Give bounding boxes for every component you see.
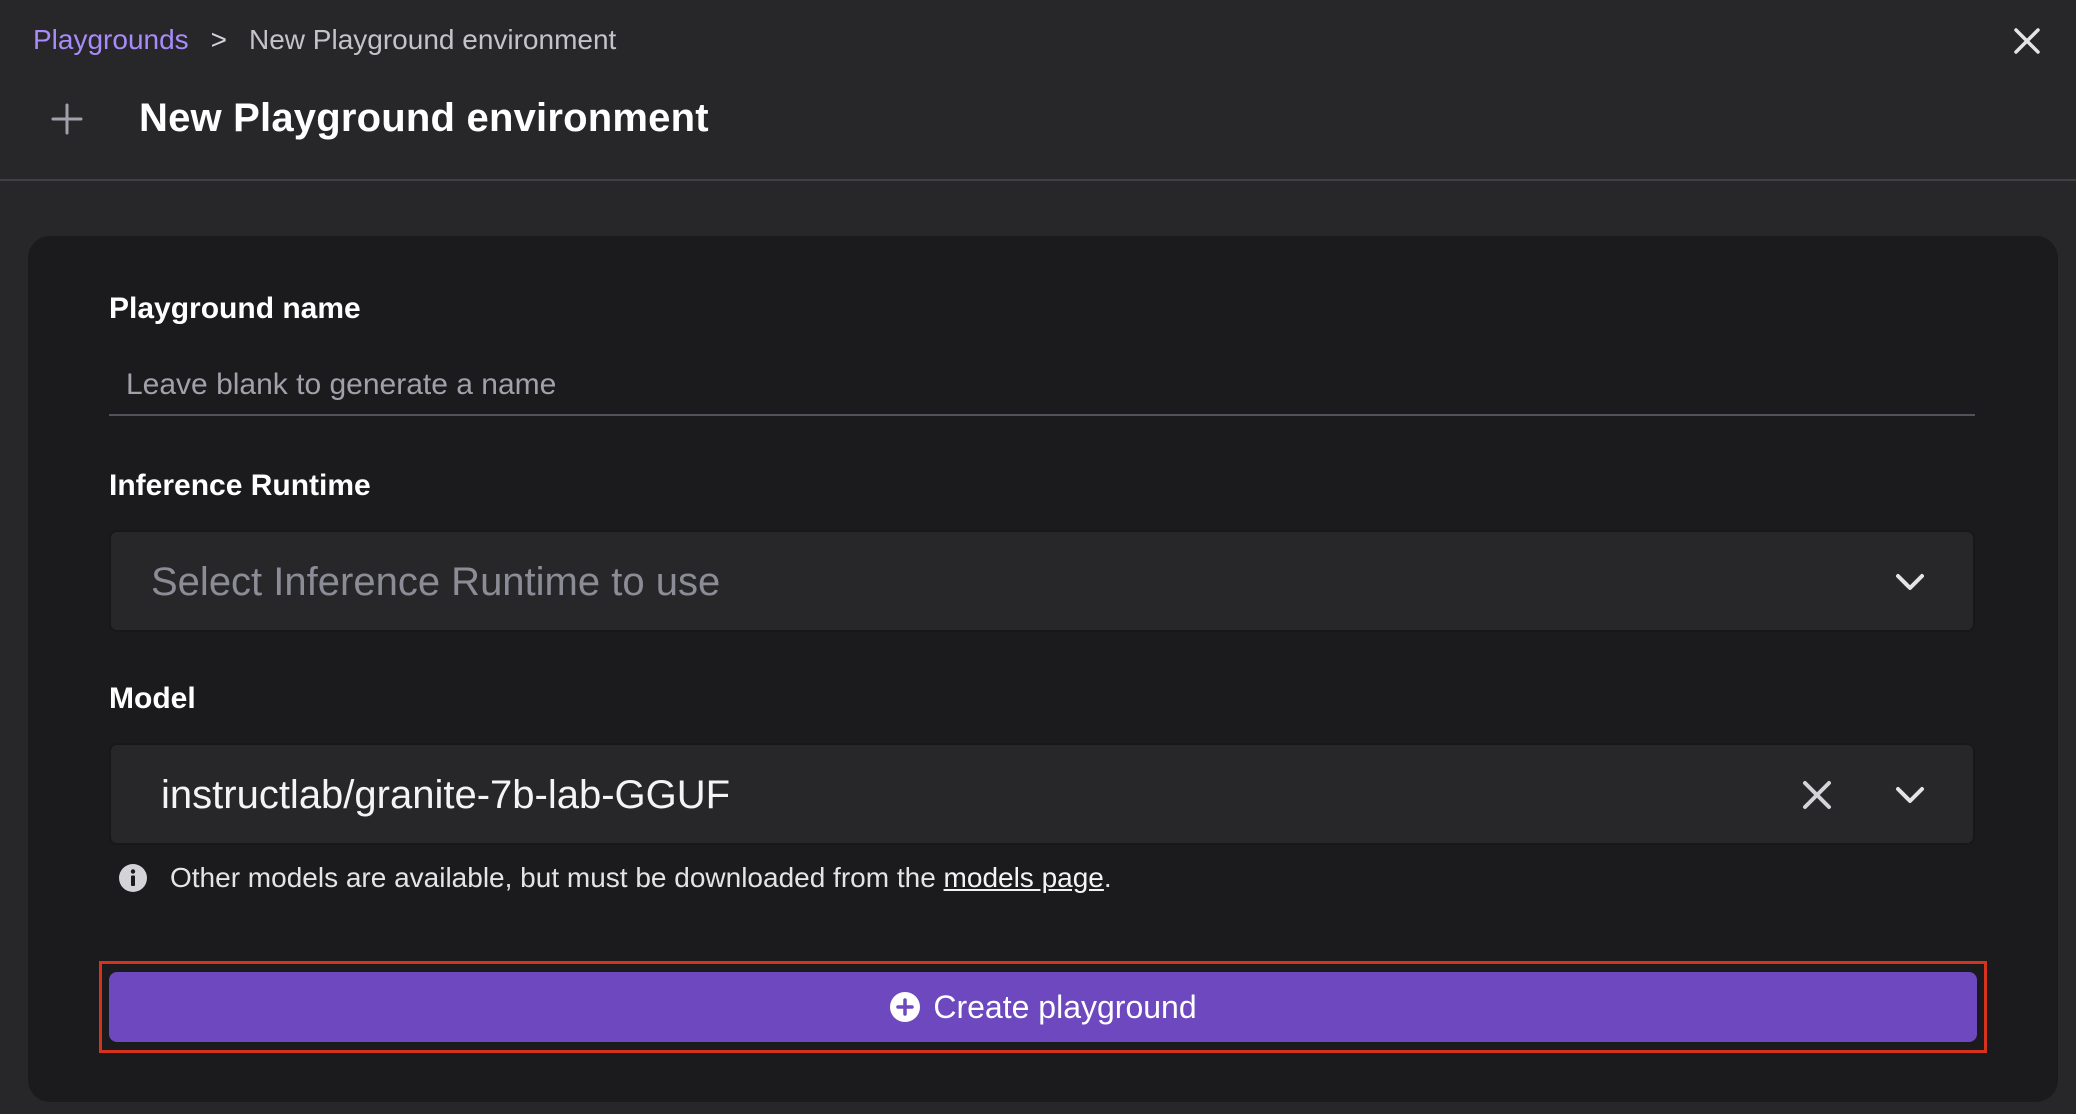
chevron-down-icon[interactable] xyxy=(1893,569,1927,595)
create-playground-label: Create playground xyxy=(933,988,1197,1025)
clear-icon[interactable] xyxy=(1801,779,1833,811)
inference-runtime-label: Inference Runtime xyxy=(109,469,371,502)
model-selected-value: instructlab/granite-7b-lab-GGUF xyxy=(161,773,731,817)
model-label: Model xyxy=(109,682,196,715)
plus-circle-icon xyxy=(890,992,921,1022)
playground-name-input[interactable] xyxy=(109,356,1975,416)
breadcrumb: Playgrounds > New Playground environment xyxy=(33,24,616,56)
create-playground-button[interactable]: Create playground xyxy=(109,972,1977,1042)
playground-name-label: Playground name xyxy=(109,292,361,325)
breadcrumb-separator: > xyxy=(210,24,228,55)
breadcrumb-current: New Playground environment xyxy=(249,24,617,55)
chevron-down-icon[interactable] xyxy=(1893,782,1927,808)
helper-text-end: . xyxy=(1103,862,1112,893)
model-select[interactable]: instructlab/granite-7b-lab-GGUF xyxy=(109,743,1975,845)
plus-icon xyxy=(51,103,83,134)
model-helper-text: Other models are available, but must be … xyxy=(118,862,1112,894)
form-card: Playground name Inference Runtime Select… xyxy=(28,236,2058,1102)
page-header: Playgrounds > New Playground environment… xyxy=(0,0,2076,181)
close-icon[interactable] xyxy=(2012,26,2042,56)
title-row: New Playground environment xyxy=(50,96,709,141)
inference-runtime-placeholder: Select Inference Runtime to use xyxy=(151,560,721,604)
inference-runtime-select[interactable]: Select Inference Runtime to use xyxy=(109,530,1975,632)
page-title: New Playground environment xyxy=(139,96,709,140)
info-icon xyxy=(119,864,147,892)
models-page-link[interactable]: models page xyxy=(944,862,1104,894)
breadcrumb-link-playgrounds[interactable]: Playgrounds xyxy=(33,24,189,56)
helper-text: Other models are available, but must be … xyxy=(170,862,936,893)
